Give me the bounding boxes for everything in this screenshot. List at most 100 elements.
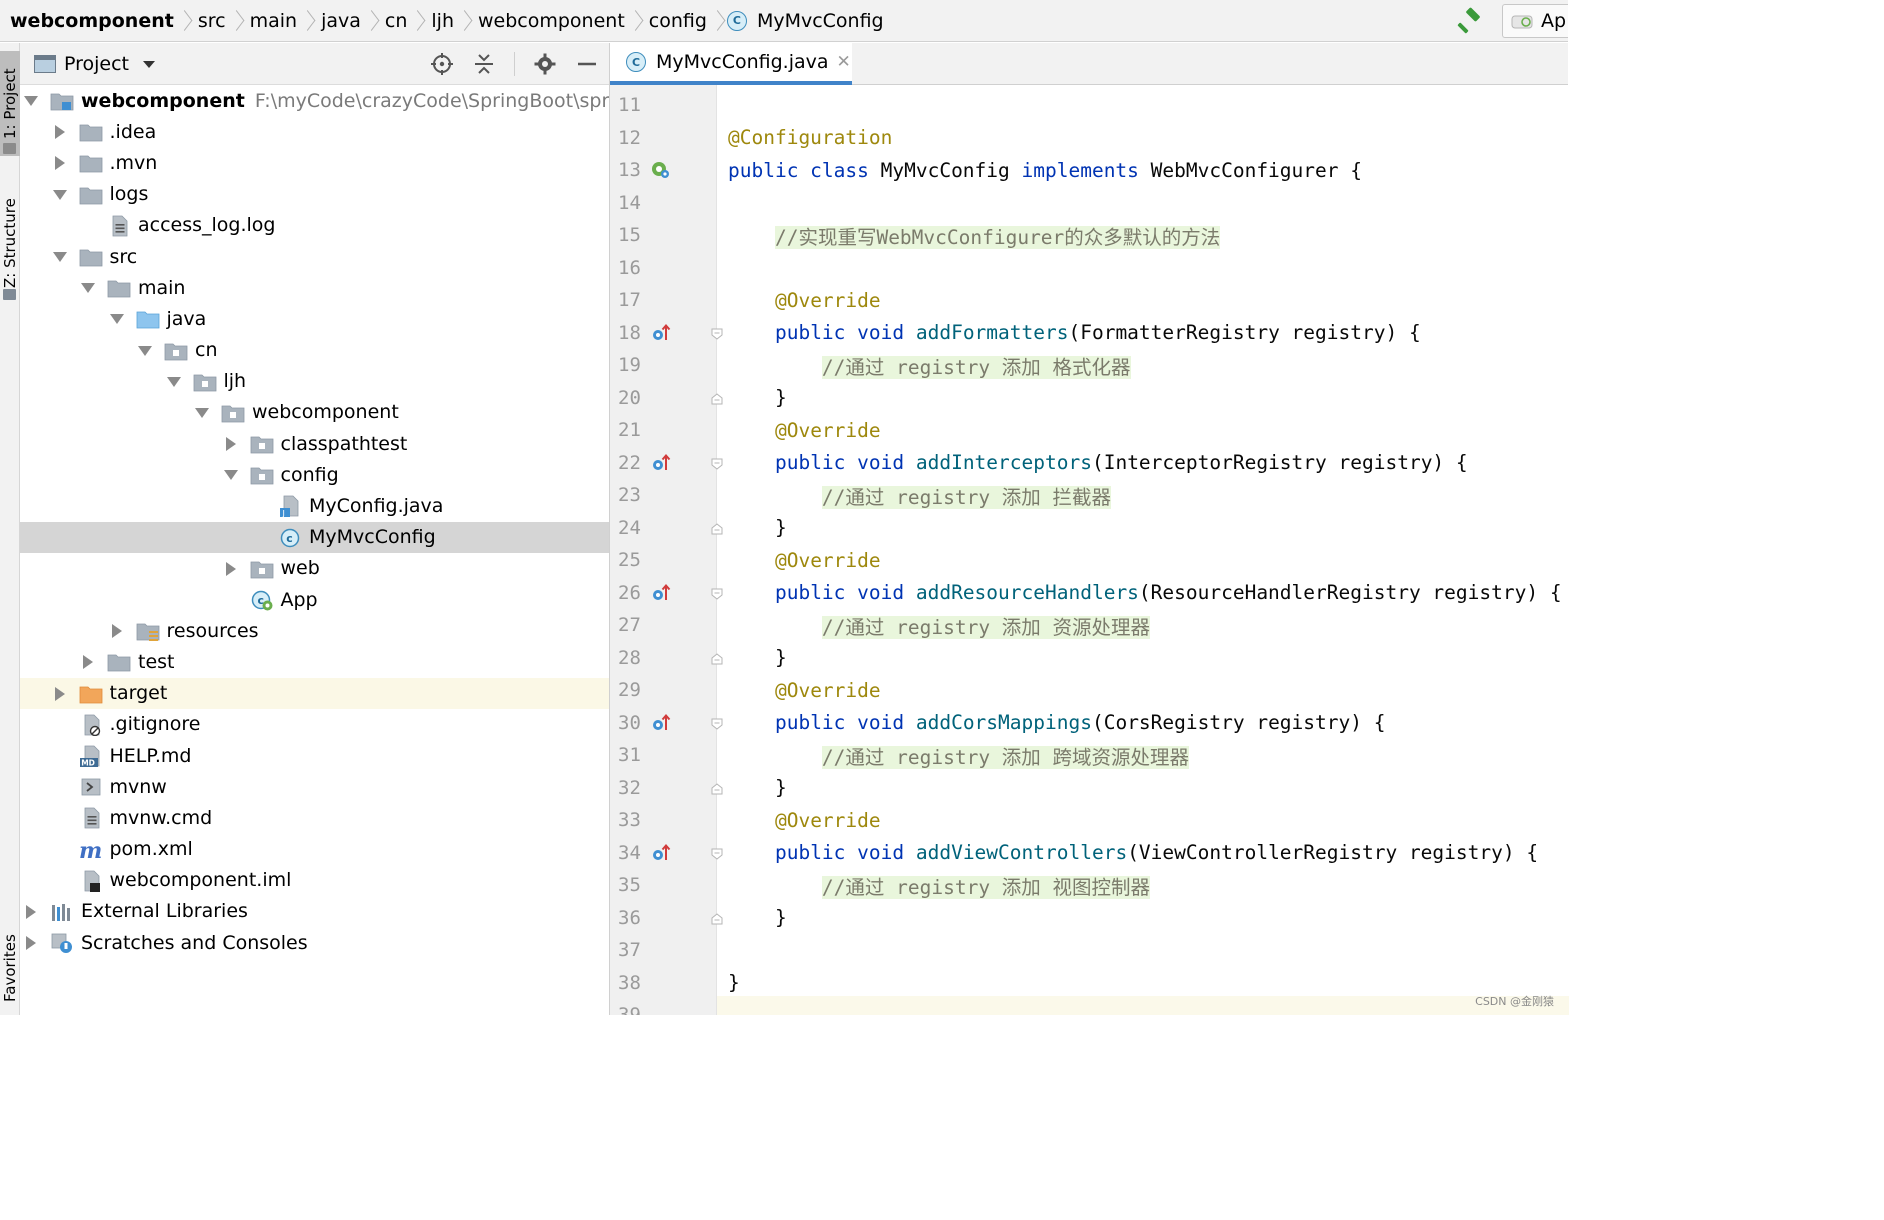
structure-tool-tab[interactable]: Z: Structure <box>0 183 20 303</box>
tree-item[interactable]: External Libraries <box>20 896 609 927</box>
tree-item[interactable]: J MyConfig.java <box>20 490 609 521</box>
chevron-right-icon[interactable] <box>54 686 65 701</box>
tree-item[interactable]: .gitignore <box>20 709 609 740</box>
code-token: } <box>728 386 787 410</box>
minimize-icon[interactable] <box>575 52 599 76</box>
tree-item[interactable]: resources <box>20 615 609 646</box>
breadcrumb-item[interactable]: webcomponent <box>474 0 631 42</box>
override-gutter-icon[interactable] <box>650 582 672 604</box>
tree-item[interactable]: web <box>20 553 609 584</box>
build-hammer-icon[interactable] <box>1456 7 1484 35</box>
chevron-down-icon[interactable] <box>24 96 38 106</box>
collapse-all-icon[interactable] <box>472 52 496 76</box>
breadcrumb-item[interactable]: config <box>645 0 713 42</box>
tree-item-label: src <box>109 245 138 268</box>
fold-start-icon[interactable] <box>711 588 723 600</box>
tree-item[interactable]: .idea <box>20 116 609 147</box>
project-tool-tab[interactable]: 1: Project <box>0 51 20 156</box>
override-gutter-icon[interactable] <box>650 322 672 344</box>
chevron-down-icon[interactable] <box>195 407 209 418</box>
fold-end-icon[interactable] <box>711 392 723 405</box>
tree-item[interactable]: c MyMvcConfig <box>20 521 609 553</box>
code-token: MyMvcConfig <box>880 158 1022 182</box>
tree-item[interactable]: java <box>20 303 609 334</box>
tree-item-label: mvnw <box>109 775 167 798</box>
project-tool-tab-label: 1: Project <box>1 68 19 139</box>
breadcrumb-item[interactable]: C MyMvcConfig <box>726 0 890 42</box>
override-gutter-icon[interactable] <box>650 452 672 474</box>
tree-item[interactable]: ljh <box>20 366 609 397</box>
code-token: addResourceHandlers <box>915 581 1139 605</box>
tree-item[interactable]: access_log.log <box>20 210 609 241</box>
tree-item[interactable]: c App <box>20 584 609 615</box>
chevron-down-icon[interactable] <box>143 61 156 68</box>
override-gutter-icon[interactable] <box>650 712 672 734</box>
tree-item-label: MyConfig.java <box>309 495 444 518</box>
fold-end-icon[interactable] <box>711 652 723 665</box>
tree-item[interactable]: src <box>20 241 609 272</box>
override-gutter-icon[interactable] <box>650 842 672 864</box>
tree-item[interactable]: main <box>20 272 609 303</box>
fold-end-icon[interactable] <box>711 782 723 795</box>
chevron-right-icon[interactable] <box>54 125 65 140</box>
code-line: 25 @Override <box>610 544 1569 577</box>
chevron-down-icon[interactable] <box>138 345 152 356</box>
bean-gutter-icon[interactable] <box>650 159 672 181</box>
fold-end-icon[interactable] <box>711 522 723 535</box>
fold-start-icon[interactable] <box>711 458 723 470</box>
tree-item[interactable]: classpathtest <box>20 428 609 459</box>
breadcrumb-item[interactable]: java <box>317 0 367 42</box>
tree-item[interactable]: webcomponent.iml <box>20 865 609 896</box>
breadcrumb-item[interactable]: ljh <box>427 0 460 42</box>
tree-item[interactable]: MD HELP.md <box>20 740 609 771</box>
tree-item[interactable]: Scratches and Consoles <box>20 927 609 958</box>
chevron-right-icon[interactable] <box>111 624 122 639</box>
fold-start-icon[interactable] <box>711 328 723 340</box>
chevron-right-icon[interactable] <box>26 904 36 919</box>
tree-item[interactable]: mvnw <box>20 771 609 802</box>
tree-item-label: classpathtest <box>280 432 408 455</box>
chevron-down-icon[interactable] <box>166 376 181 387</box>
chevron-right-icon[interactable] <box>83 655 93 670</box>
chevron-right-icon[interactable] <box>225 437 236 452</box>
close-icon[interactable]: ✕ <box>837 52 851 72</box>
tree-item[interactable]: m pom.xml <box>20 834 609 865</box>
tree-item[interactable]: webcomponent <box>20 397 609 428</box>
line-number: 38 <box>618 971 641 994</box>
chevron-down-icon[interactable] <box>223 470 238 481</box>
chevron-right-icon[interactable] <box>26 936 36 951</box>
tree-item[interactable]: target <box>20 677 609 709</box>
breadcrumb-item[interactable]: src <box>194 0 232 42</box>
chevron-down-icon[interactable] <box>109 314 124 325</box>
fold-end-icon[interactable] <box>711 912 723 925</box>
project-view-selector[interactable]: Project <box>64 53 129 75</box>
chevron-right-icon[interactable] <box>54 156 65 171</box>
breadcrumb-item[interactable]: main <box>246 0 303 42</box>
code-token: public void <box>774 321 916 345</box>
favorites-tool-tab[interactable]: Favorites <box>0 923 20 1013</box>
tree-item[interactable]: webcomponent F:\myCode\crazyCode\SpringBo… <box>20 85 609 116</box>
chevron-down-icon[interactable] <box>52 189 67 200</box>
run-configuration-dropdown[interactable]: Ap <box>1502 4 1568 38</box>
breadcrumb-item[interactable]: cn <box>381 0 414 42</box>
tree-item[interactable]: logs <box>20 179 609 210</box>
gear-icon[interactable] <box>533 52 557 76</box>
locate-file-icon[interactable] <box>430 52 454 76</box>
fold-start-icon[interactable] <box>711 718 723 730</box>
navigation-bar: webcomponent src main java cn ljh webcomponent… <box>0 0 1568 42</box>
editor-tab-mymvcconfig[interactable]: C MyMvcConfig.java ✕ <box>610 43 852 85</box>
fold-start-icon[interactable] <box>711 848 723 860</box>
chevron-down-icon[interactable] <box>81 283 95 294</box>
chevron-right-icon[interactable] <box>225 561 236 576</box>
code-editor[interactable]: 11 12 @Configuration 13 public class MyMvcCo… <box>610 85 1569 1015</box>
tree-item[interactable]: test <box>20 646 609 677</box>
chevron-down-icon[interactable] <box>52 251 67 262</box>
tree-item[interactable]: .mvn <box>20 147 609 178</box>
breadcrumb-item[interactable]: webcomponent <box>6 0 180 42</box>
tree-item[interactable]: mvnw.cmd <box>20 802 609 833</box>
tree-item[interactable]: config <box>20 459 609 490</box>
tree-item[interactable]: cn <box>20 335 609 366</box>
code-token: } <box>728 971 740 995</box>
package-icon <box>164 343 188 360</box>
